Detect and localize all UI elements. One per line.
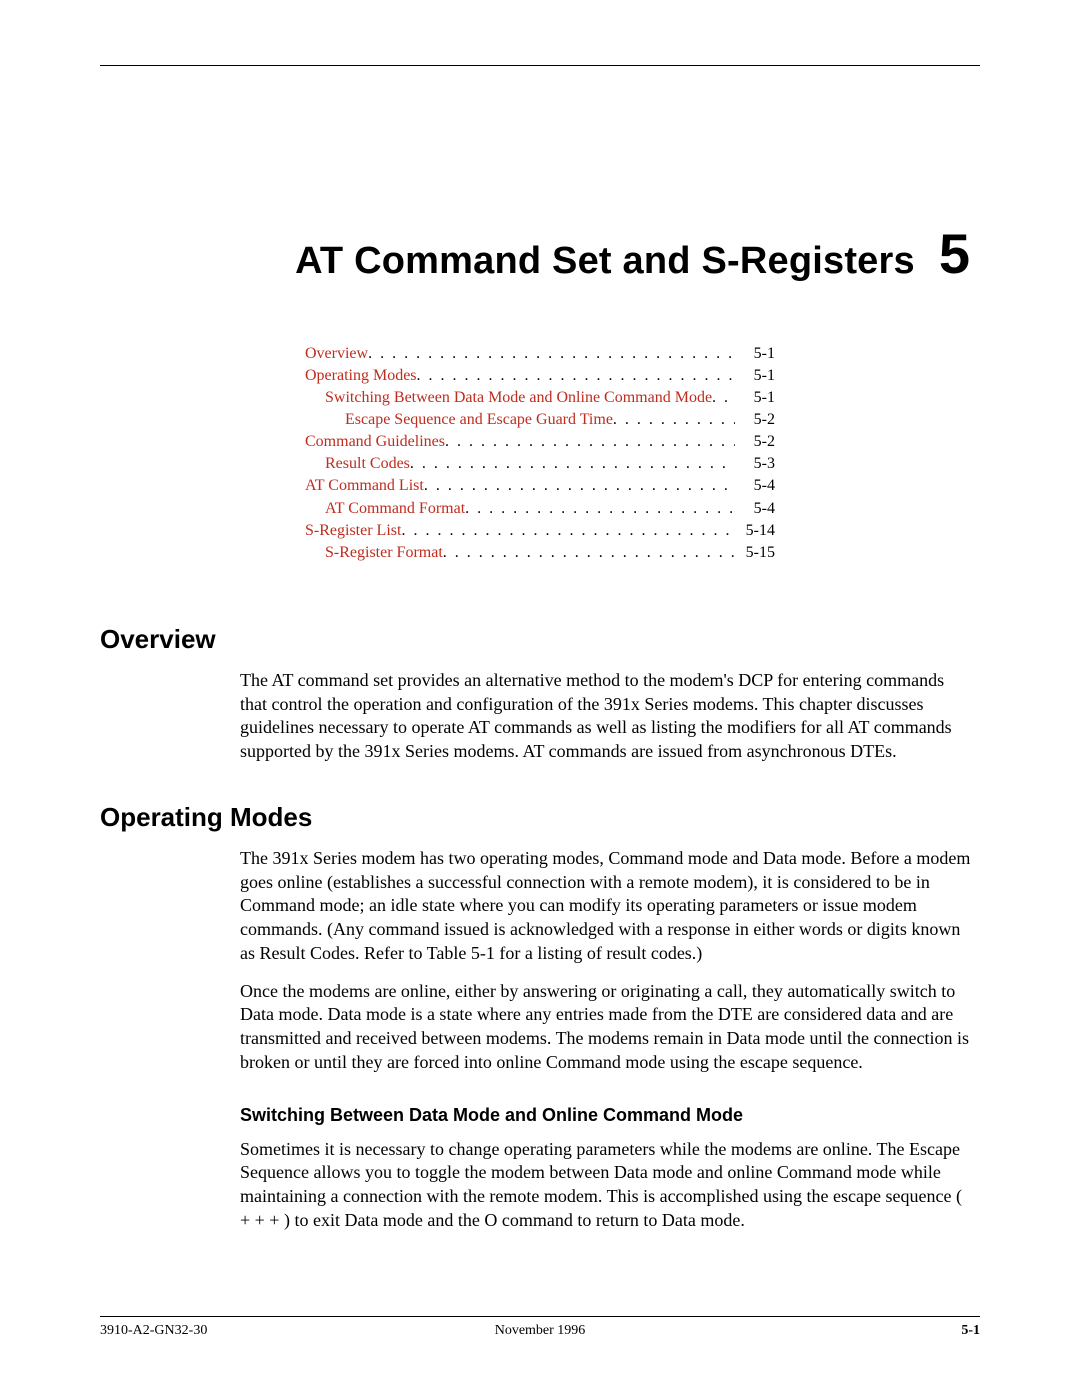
toc-entry[interactable]: Switching Between Data Mode and Online C… — [305, 387, 775, 409]
toc-leader — [368, 343, 735, 365]
toc-entry-label: S-Register Format — [325, 542, 443, 564]
toc-entry-page: 5-4 — [735, 475, 775, 497]
operating-modes-paragraph-1: The 391x Series modem has two operating … — [240, 847, 972, 966]
toc-entry-page: 5-1 — [735, 387, 775, 409]
toc-leader — [613, 409, 735, 431]
footer-doc-id: 3910-A2-GN32-30 — [100, 1323, 207, 1339]
page: AT Command Set and S-Registers 5 Overvie… — [0, 0, 1080, 1397]
toc-entry[interactable]: AT Command Format 5-4 — [305, 498, 775, 520]
chapter-title: AT Command Set and S-Registers — [295, 240, 915, 283]
toc-leader — [712, 387, 735, 409]
toc-leader — [410, 453, 735, 475]
table-of-contents: Overview 5-1 Operating Modes 5-1 Switching B… — [305, 343, 775, 564]
toc-entry-label: Escape Sequence and Escape Guard Time — [345, 409, 613, 431]
toc-entry-label: AT Command List — [305, 475, 424, 497]
toc-entry[interactable]: Command Guidelines 5-2 — [305, 431, 775, 453]
switching-paragraph: Sometimes it is necessary to change oper… — [240, 1138, 972, 1233]
toc-entry-label: S-Register List — [305, 520, 401, 542]
toc-entry-label: Result Codes — [325, 453, 410, 475]
toc-entry-page: 5-1 — [735, 343, 775, 365]
toc-leader — [465, 498, 735, 520]
toc-entry-label: Command Guidelines — [305, 431, 445, 453]
toc-entry-page: 5-15 — [735, 542, 775, 564]
section-heading-operating-modes: Operating Modes — [100, 802, 980, 833]
toc-leader — [445, 431, 735, 453]
toc-entry-page: 5-4 — [735, 498, 775, 520]
toc-entry-page: 5-1 — [735, 365, 775, 387]
subsection-heading-switching: Switching Between Data Mode and Online C… — [240, 1105, 980, 1126]
toc-entry[interactable]: Escape Sequence and Escape Guard Time 5-2 — [305, 409, 775, 431]
footer-date: November 1996 — [495, 1323, 586, 1339]
section-heading-overview: Overview — [100, 624, 980, 655]
toc-entry[interactable]: Operating Modes 5-1 — [305, 365, 775, 387]
chapter-number: 5 — [939, 226, 970, 282]
footer-page-number: 5-1 — [961, 1323, 980, 1339]
toc-entry-page: 5-3 — [735, 453, 775, 475]
page-footer: 3910-A2-GN32-30 November 1996 5-1 — [100, 1316, 980, 1339]
toc-entry[interactable]: S-Register Format 5-15 — [305, 542, 775, 564]
toc-entry-page: 5-2 — [735, 409, 775, 431]
toc-leader — [424, 475, 735, 497]
toc-entry-label: Operating Modes — [305, 365, 417, 387]
toc-leader — [401, 520, 735, 542]
toc-entry-page: 5-2 — [735, 431, 775, 453]
toc-entry-page: 5-14 — [735, 520, 775, 542]
toc-entry[interactable]: Overview 5-1 — [305, 343, 775, 365]
toc-leader — [417, 365, 735, 387]
chapter-header: AT Command Set and S-Registers 5 — [100, 226, 980, 283]
operating-modes-paragraph-2: Once the modems are online, either by an… — [240, 980, 972, 1075]
toc-entry[interactable]: Result Codes 5-3 — [305, 453, 775, 475]
toc-entry-label: AT Command Format — [325, 498, 465, 520]
toc-entry[interactable]: S-Register List 5-14 — [305, 520, 775, 542]
toc-entry-label: Switching Between Data Mode and Online C… — [325, 387, 712, 409]
footer-row: 3910-A2-GN32-30 November 1996 5-1 — [100, 1323, 980, 1339]
toc-entry[interactable]: AT Command List 5-4 — [305, 475, 775, 497]
toc-entry-label: Overview — [305, 343, 368, 365]
top-rule — [100, 65, 980, 66]
toc-leader — [443, 542, 735, 564]
footer-rule — [100, 1316, 980, 1317]
overview-paragraph: The AT command set provides an alternati… — [240, 669, 972, 764]
